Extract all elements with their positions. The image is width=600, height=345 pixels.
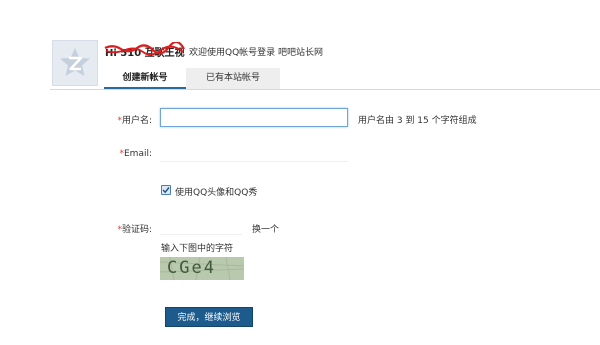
captcha-text: CGe4 xyxy=(167,258,216,278)
captcha-label-text: 验证码: xyxy=(121,225,152,235)
username-input[interactable] xyxy=(160,108,348,127)
qzone-star-icon xyxy=(60,48,90,76)
user-avatar xyxy=(52,40,98,86)
username-hint: 用户名由 3 到 15 个字符组成 xyxy=(358,116,477,126)
tabs-divider xyxy=(50,89,600,90)
captcha-refresh-link[interactable]: 换一个 xyxy=(252,222,279,235)
captcha-prompt: 输入下图中的字符 xyxy=(161,244,234,254)
redaction-scribble xyxy=(104,42,185,56)
captcha-label: *验证码: xyxy=(100,222,152,235)
username-label: *用户名: xyxy=(100,113,152,126)
username-label-text: 用户名: xyxy=(121,116,152,126)
email-label: *Email: xyxy=(100,149,152,159)
use-qq-avatar-label[interactable]: 使用QQ头像和QQ秀 xyxy=(175,185,257,198)
captcha-image[interactable]: CGe4 xyxy=(160,257,244,280)
tab-existing-account[interactable]: 已有本站帐号 xyxy=(186,68,280,89)
tab-create-account[interactable]: 创建新帐号 xyxy=(104,68,186,89)
checkmark-icon xyxy=(162,187,170,194)
welcome-text: 欢迎使用QQ帐号登录 吧吧站长网 xyxy=(189,48,324,58)
email-label-text: Email: xyxy=(123,149,152,159)
captcha-input[interactable] xyxy=(160,217,242,235)
submit-button[interactable]: 完成，继续浏览 xyxy=(165,307,253,327)
email-input[interactable] xyxy=(160,144,348,162)
use-qq-avatar-checkbox[interactable] xyxy=(161,185,171,195)
